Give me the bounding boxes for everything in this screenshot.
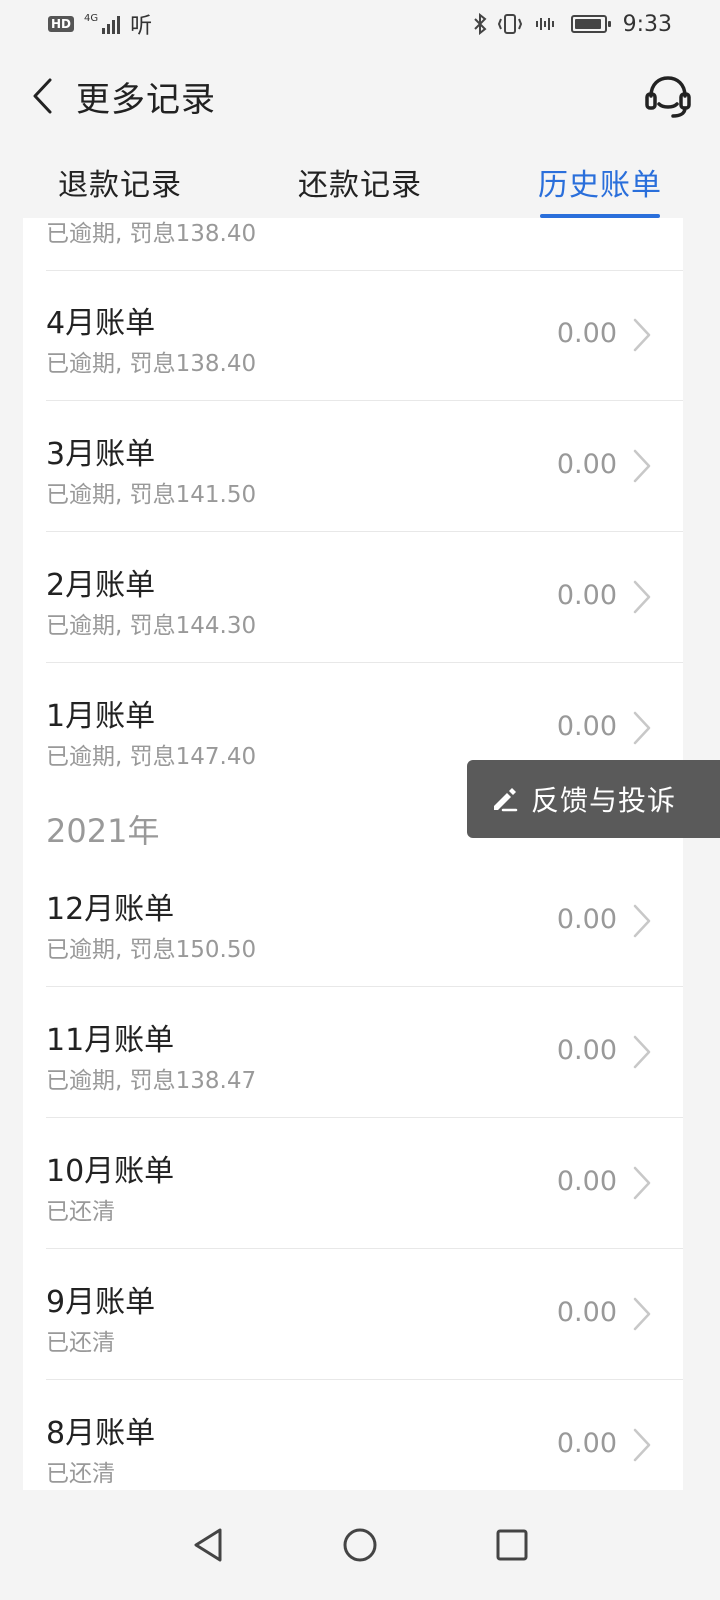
bill-title: 12月账单	[46, 892, 175, 927]
chevron-left-icon	[33, 78, 52, 114]
listen-indicator: 听	[130, 14, 153, 39]
bill-list[interactable]: 已逾期, 罚息138.40 4月账单 已逾期, 罚息138.40 0.00 3月…	[0, 218, 720, 1490]
bill-title: 3月账单	[46, 437, 156, 472]
nav-recents-button[interactable]	[484, 1517, 540, 1573]
triangle-back-icon	[194, 1528, 222, 1562]
bill-title: 10月账单	[46, 1154, 175, 1189]
bill-group-card-2021: 2021年 12月账单 已逾期, 罚息150.50 0.00 11月账单 已逾期…	[23, 792, 683, 1490]
back-button[interactable]	[24, 72, 60, 120]
bill-status: 已逾期, 罚息138.40	[46, 221, 257, 247]
bill-row[interactable]: 8月账单 已还清 0.00	[46, 1380, 683, 1490]
system-nav-bar	[0, 1490, 720, 1600]
bill-row-partial[interactable]: 已逾期, 罚息138.40	[46, 218, 683, 271]
tab-history-bills[interactable]: 历史账单	[480, 144, 720, 218]
status-time: 9:33	[622, 11, 672, 37]
feedback-complaint-button[interactable]: 反馈与投诉	[467, 760, 720, 838]
square-recents-icon	[496, 1529, 528, 1561]
app-bar: 更多记录	[0, 48, 720, 144]
bill-status: 已逾期, 罚息138.40	[46, 351, 257, 377]
year-header: 2021年	[46, 812, 160, 850]
status-left: HD 4G 听	[48, 8, 152, 40]
bill-amount: 0.00	[556, 449, 617, 480]
chevron-right-icon	[633, 580, 651, 614]
bill-row[interactable]: 2月账单 已逾期, 罚息144.30 0.00	[46, 532, 683, 663]
bill-status: 已逾期, 罚息150.50	[46, 937, 257, 963]
feedback-label: 反馈与投诉	[531, 784, 677, 817]
chevron-right-icon	[633, 711, 651, 745]
bill-row[interactable]: 4月账单 已逾期, 罚息138.40 0.00	[46, 270, 683, 401]
bill-status: 已逾期, 罚息144.30	[46, 613, 257, 639]
bill-status: 已逾期, 罚息141.50	[46, 482, 257, 508]
tab-refund-records[interactable]: 退款记录	[0, 144, 240, 218]
bill-row[interactable]: 9月账单 已还清 0.00	[46, 1249, 683, 1380]
chevron-right-icon	[633, 1428, 651, 1462]
bill-amount: 0.00	[556, 1035, 617, 1066]
chevron-right-icon	[633, 1166, 651, 1200]
bill-row[interactable]: 12月账单 已逾期, 罚息150.50 0.00	[46, 856, 683, 987]
bill-amount: 0.00	[556, 1166, 617, 1197]
bill-amount: 0.00	[556, 904, 617, 935]
bill-title: 8月账单	[46, 1416, 156, 1451]
bill-title: 11月账单	[46, 1023, 175, 1058]
bill-status: 已逾期, 罚息147.40	[46, 744, 257, 770]
bill-row[interactable]: 3月账单 已逾期, 罚息141.50 0.00	[46, 401, 683, 532]
bluetooth-icon	[473, 13, 487, 35]
hd-badge: HD	[48, 16, 75, 32]
nav-back-button[interactable]	[180, 1517, 236, 1573]
silent-icon	[535, 18, 554, 30]
bill-status: 已还清	[46, 1461, 115, 1487]
bill-status: 已逾期, 罚息138.47	[46, 1068, 257, 1094]
bill-title: 4月账单	[46, 306, 156, 341]
page-title: 更多记录	[76, 79, 216, 120]
bill-amount: 0.00	[556, 318, 617, 349]
bill-title: 2月账单	[46, 568, 156, 603]
chevron-right-icon	[633, 1035, 651, 1069]
edit-icon	[494, 788, 518, 812]
vibrate-icon	[497, 14, 522, 34]
chevron-right-icon	[633, 1297, 651, 1331]
customer-service-button[interactable]	[640, 68, 696, 124]
bill-row[interactable]: 11月账单 已逾期, 罚息138.47 0.00	[46, 987, 683, 1118]
bill-status: 已还清	[46, 1199, 115, 1225]
bill-title: 1月账单	[46, 699, 156, 734]
headset-icon	[645, 76, 691, 118]
tab-bar: 退款记录 还款记录 历史账单	[0, 144, 720, 218]
tab-repayment-records[interactable]: 还款记录	[240, 144, 480, 218]
signal-icon: 4G	[84, 13, 121, 34]
chevron-right-icon	[633, 904, 651, 938]
bill-amount: 0.00	[556, 711, 617, 742]
network-type: 4G	[84, 13, 99, 24]
status-bar: HD 4G 听 9:33	[0, 0, 720, 48]
bill-row[interactable]: 10月账单 已还清 0.00	[46, 1118, 683, 1249]
status-right: 9:33	[473, 12, 672, 37]
bill-amount: 0.00	[556, 1428, 617, 1459]
bill-amount: 0.00	[556, 1297, 617, 1328]
bill-status: 已还清	[46, 1330, 115, 1356]
battery-icon	[570, 15, 611, 33]
chevron-right-icon	[633, 318, 651, 352]
nav-home-button[interactable]	[332, 1517, 388, 1573]
circle-home-icon	[343, 1528, 377, 1562]
bill-title: 9月账单	[46, 1285, 156, 1320]
chevron-right-icon	[633, 449, 651, 483]
bill-amount: 0.00	[556, 580, 617, 611]
